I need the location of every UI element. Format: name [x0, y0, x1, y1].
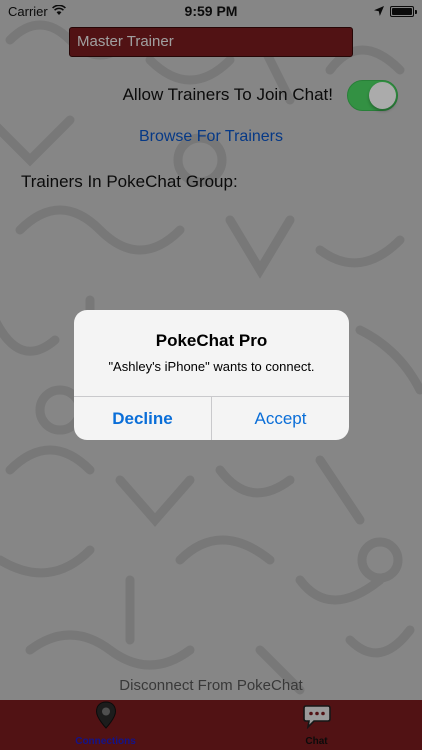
alert-title: PokeChat Pro: [155, 331, 268, 350]
connect-alert-dialog: PokeChat Pro "Ashley's iPhone" wants to …: [74, 310, 349, 440]
alert-buttons: Decline Accept: [74, 396, 349, 440]
alert-message: "Ashley's iPhone" wants to connect.: [108, 359, 315, 374]
accept-button[interactable]: Accept: [212, 397, 349, 440]
decline-button[interactable]: Decline: [74, 397, 212, 440]
